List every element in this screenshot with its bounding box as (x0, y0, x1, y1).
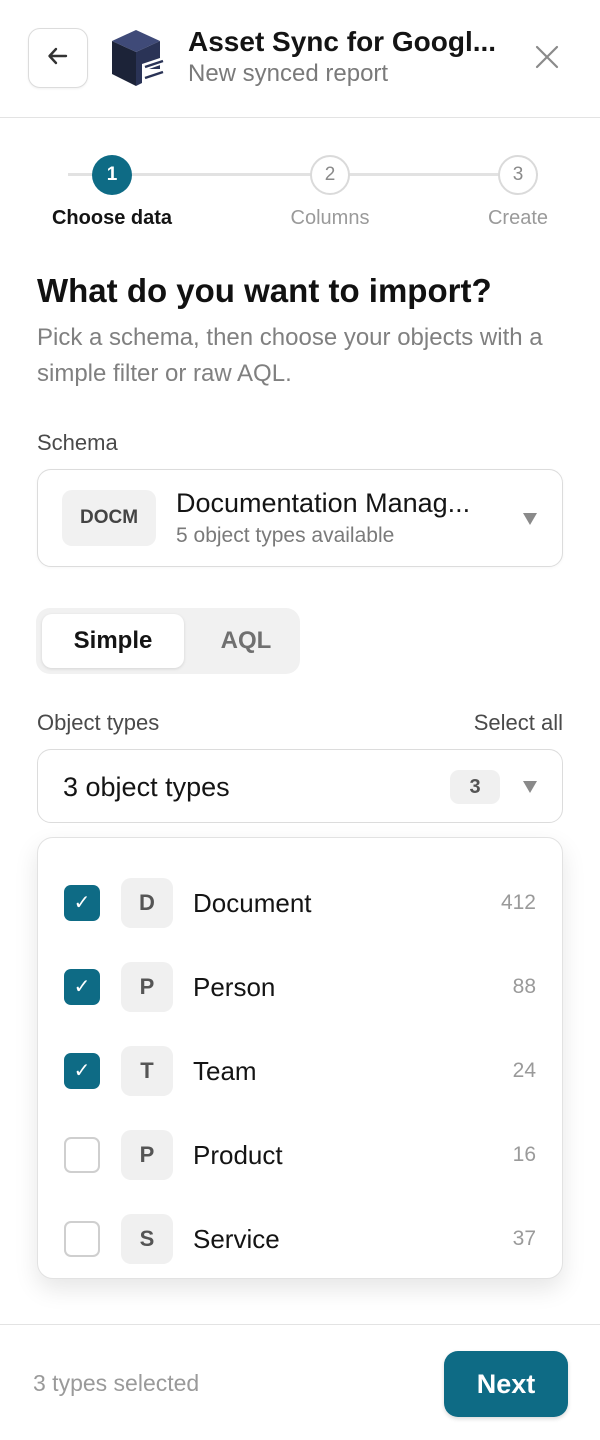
close-icon (535, 45, 559, 74)
type-name: Person (193, 972, 276, 1002)
page-description: Pick a schema, then choose your objects … (37, 324, 543, 387)
type-name: Team (193, 1056, 257, 1086)
arrow-left-icon (45, 43, 71, 74)
mode-simple-tab[interactable]: Simple (42, 614, 184, 668)
selection-status: 3 types selected (33, 1370, 200, 1396)
step-2-label: Columns (290, 207, 370, 229)
checkbox[interactable] (64, 1137, 100, 1173)
list-item[interactable]: ✓ P Person 88 (38, 934, 564, 1018)
type-letter-badge: D (121, 878, 173, 928)
schema-label: Schema (37, 430, 118, 455)
list-item[interactable]: ✓ D Document 412 (38, 850, 564, 934)
object-types-summary: 3 object types (63, 772, 230, 802)
type-count: 37 (512, 1227, 536, 1250)
schema-select[interactable]: DOCM Documentation Manag... 5 object typ… (37, 469, 563, 567)
type-letter-badge: P (121, 962, 173, 1012)
type-count: 412 (500, 891, 536, 914)
app-title: Asset Sync for Googl... (188, 26, 497, 57)
type-count: 16 (512, 1143, 536, 1166)
type-name: Document (193, 888, 312, 918)
stepper-track (68, 173, 538, 176)
schema-key-badge: DOCM (62, 490, 156, 546)
checkmark-icon: ✓ (73, 976, 91, 998)
object-types-dropdown: ✓ D Document 412 ✓ P Person 88 ✓ T Team … (37, 837, 563, 1279)
chevron-down-icon (523, 513, 537, 525)
step-3-indicator: 3 (498, 155, 538, 195)
step-3-label: Create (487, 207, 549, 229)
type-name: Service (193, 1224, 280, 1254)
selected-count-badge: 3 (450, 770, 500, 804)
next-button[interactable]: Next (444, 1351, 568, 1417)
list-item[interactable]: S Service 37 (38, 1186, 564, 1270)
back-button[interactable] (28, 28, 88, 88)
type-count: 24 (512, 1059, 536, 1082)
checkmark-icon: ✓ (73, 892, 91, 914)
chevron-down-icon (523, 781, 537, 793)
checkbox[interactable] (64, 1221, 100, 1257)
app-subtitle: New synced report (188, 60, 389, 87)
select-all-link[interactable]: Select all (474, 710, 563, 736)
mode-aql-tab[interactable]: AQL (196, 614, 296, 668)
step-1-label: Choose data (51, 207, 173, 229)
footer: 3 types selected Next (0, 1324, 600, 1440)
page-title: What do you want to import? (37, 272, 492, 309)
step-2-indicator: 2 (310, 155, 350, 195)
step-1-indicator: 1 (92, 155, 132, 195)
type-letter-badge: P (121, 1130, 173, 1180)
mode-toggle: Simple AQL (36, 608, 300, 674)
header: Asset Sync for Googl... New synced repor… (0, 0, 600, 118)
list-item[interactable]: ✓ T Team 24 (38, 1018, 564, 1102)
object-types-label: Object types (37, 710, 160, 735)
type-letter-badge: T (121, 1046, 173, 1096)
close-button[interactable] (528, 40, 566, 78)
schema-object-count: 5 object types available (176, 524, 395, 547)
checkbox[interactable]: ✓ (64, 885, 100, 921)
schema-name: Documentation Manag... (176, 488, 471, 518)
type-letter-badge: S (121, 1214, 173, 1264)
checkbox[interactable]: ✓ (64, 969, 100, 1005)
cube-logo-icon (106, 26, 170, 90)
list-item[interactable]: P Product 16 (38, 1102, 564, 1186)
type-name: Product (193, 1140, 283, 1170)
object-types-select[interactable]: 3 object types 3 (37, 749, 563, 823)
checkmark-icon: ✓ (73, 1060, 91, 1082)
checkbox[interactable]: ✓ (64, 1053, 100, 1089)
type-count: 88 (512, 975, 536, 998)
